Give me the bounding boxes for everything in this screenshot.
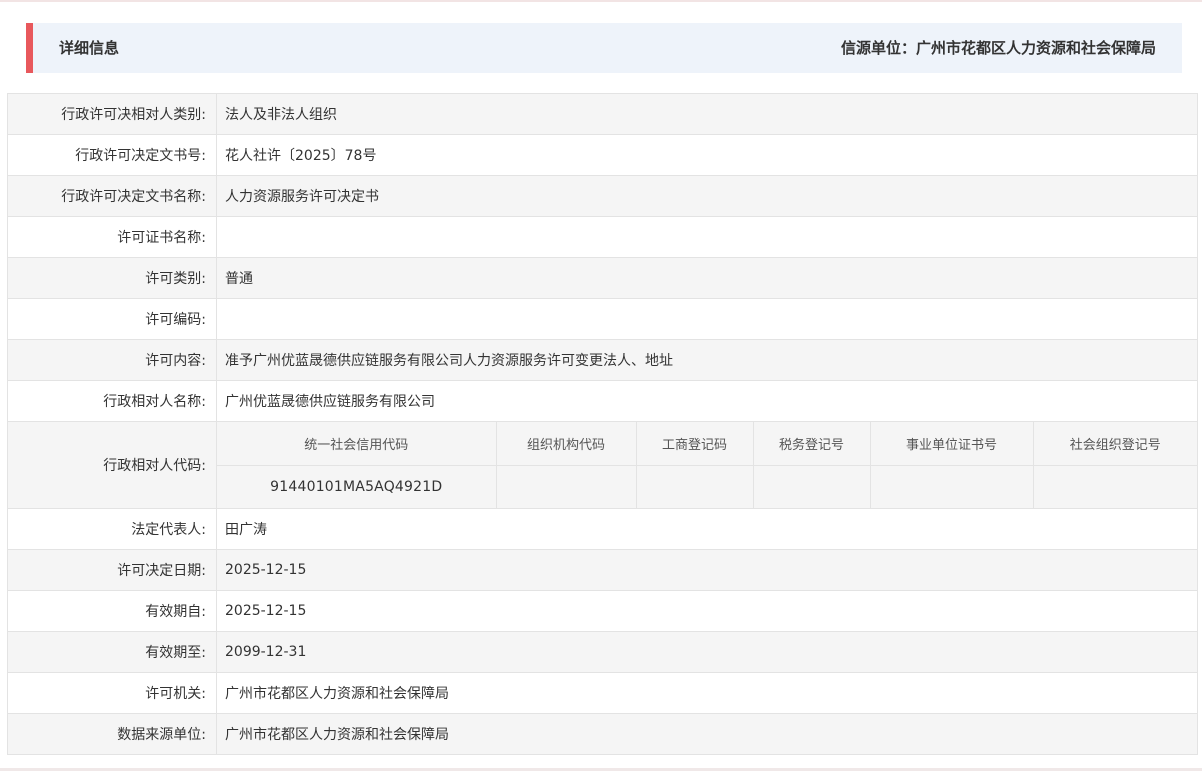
field-label: 许可机关:	[7, 672, 217, 714]
table-row: 行政许可决相对人类别: 法人及非法人组织	[7, 93, 1198, 135]
field-label: 许可决定日期:	[7, 549, 217, 591]
code-subtable-cell: 统一社会信用代码 组织机构代码 工商登记码 税务登记号 事业单位证书号 社会组织…	[216, 421, 1198, 509]
code-subtable: 统一社会信用代码 组织机构代码 工商登记码 税务登记号 事业单位证书号 社会组织…	[217, 422, 1197, 508]
code-header: 税务登记号	[752, 422, 871, 466]
code-header: 社会组织登记号	[1032, 422, 1197, 466]
table-row-codes: 行政相对人代码: 统一社会信用代码 组织机构代码 工商登记码 税务登记号 事业单…	[7, 421, 1198, 509]
table-row: 有效期至: 2099-12-31	[7, 631, 1198, 673]
field-label: 许可类别:	[7, 257, 217, 299]
table-row: 许可内容: 准予广州优蓝晟德供应链服务有限公司人力资源服务许可变更法人、地址	[7, 339, 1198, 381]
top-divider	[0, 0, 1202, 2]
field-label: 行政相对人名称:	[7, 380, 217, 422]
field-value: 2025-12-15	[216, 590, 1198, 632]
field-value: 人力资源服务许可决定书	[216, 175, 1198, 217]
field-label: 行政许可决相对人类别:	[7, 93, 217, 135]
detail-header: 详细信息 信源单位：广州市花都区人力资源和社会保障局	[26, 23, 1182, 73]
table-row: 许可机关: 广州市花都区人力资源和社会保障局	[7, 672, 1198, 714]
code-value	[869, 464, 1034, 508]
detail-table: 行政许可决相对人类别: 法人及非法人组织 行政许可决定文书号: 花人社许〔202…	[7, 93, 1198, 755]
field-label: 行政相对人代码:	[7, 421, 217, 509]
table-row: 许可类别: 普通	[7, 257, 1198, 299]
header-accent-bar	[26, 23, 33, 73]
code-value	[495, 464, 637, 508]
table-row: 行政许可决定文书名称: 人力资源服务许可决定书	[7, 175, 1198, 217]
table-row: 数据来源单位: 广州市花都区人力资源和社会保障局	[7, 713, 1198, 755]
field-value: 2025-12-15	[216, 549, 1198, 591]
field-label: 有效期自:	[7, 590, 217, 632]
field-value: 花人社许〔2025〕78号	[216, 134, 1198, 176]
field-value: 2099-12-31	[216, 631, 1198, 673]
table-row: 许可证书名称:	[7, 216, 1198, 258]
code-value-row: 91440101MA5AQ4921D	[217, 464, 1197, 508]
code-header: 工商登记码	[635, 422, 754, 466]
code-value: 91440101MA5AQ4921D	[217, 464, 497, 508]
field-value: 普通	[216, 257, 1198, 299]
field-label: 许可编码:	[7, 298, 217, 340]
code-header: 统一社会信用代码	[217, 422, 497, 466]
table-row: 许可编码:	[7, 298, 1198, 340]
field-value: 广州优蓝晟德供应链服务有限公司	[216, 380, 1198, 422]
field-value	[216, 298, 1198, 340]
table-row: 行政相对人名称: 广州优蓝晟德供应链服务有限公司	[7, 380, 1198, 422]
code-header: 事业单位证书号	[869, 422, 1034, 466]
field-label: 有效期至:	[7, 631, 217, 673]
field-value: 准予广州优蓝晟德供应链服务有限公司人力资源服务许可变更法人、地址	[216, 339, 1198, 381]
field-value: 广州市花都区人力资源和社会保障局	[216, 672, 1198, 714]
field-value: 广州市花都区人力资源和社会保障局	[216, 713, 1198, 755]
table-row: 法定代表人: 田广涛	[7, 508, 1198, 550]
field-label: 行政许可决定文书号:	[7, 134, 217, 176]
table-row: 许可决定日期: 2025-12-15	[7, 549, 1198, 591]
field-label: 许可内容:	[7, 339, 217, 381]
code-header: 组织机构代码	[495, 422, 637, 466]
field-label: 数据来源单位:	[7, 713, 217, 755]
table-row: 行政许可决定文书号: 花人社许〔2025〕78号	[7, 134, 1198, 176]
table-row: 有效期自: 2025-12-15	[7, 590, 1198, 632]
source-unit: 信源单位：广州市花都区人力资源和社会保障局	[840, 39, 1156, 57]
section-title: 详细信息	[59, 39, 120, 57]
field-label: 法定代表人:	[7, 508, 217, 550]
field-value: 田广涛	[216, 508, 1198, 550]
field-label: 行政许可决定文书名称:	[7, 175, 217, 217]
code-value	[635, 464, 754, 508]
code-header-row: 统一社会信用代码 组织机构代码 工商登记码 税务登记号 事业单位证书号 社会组织…	[217, 422, 1197, 466]
field-label: 许可证书名称:	[7, 216, 217, 258]
code-value	[1032, 464, 1197, 508]
field-value	[216, 216, 1198, 258]
field-value: 法人及非法人组织	[216, 93, 1198, 135]
code-value	[752, 464, 871, 508]
